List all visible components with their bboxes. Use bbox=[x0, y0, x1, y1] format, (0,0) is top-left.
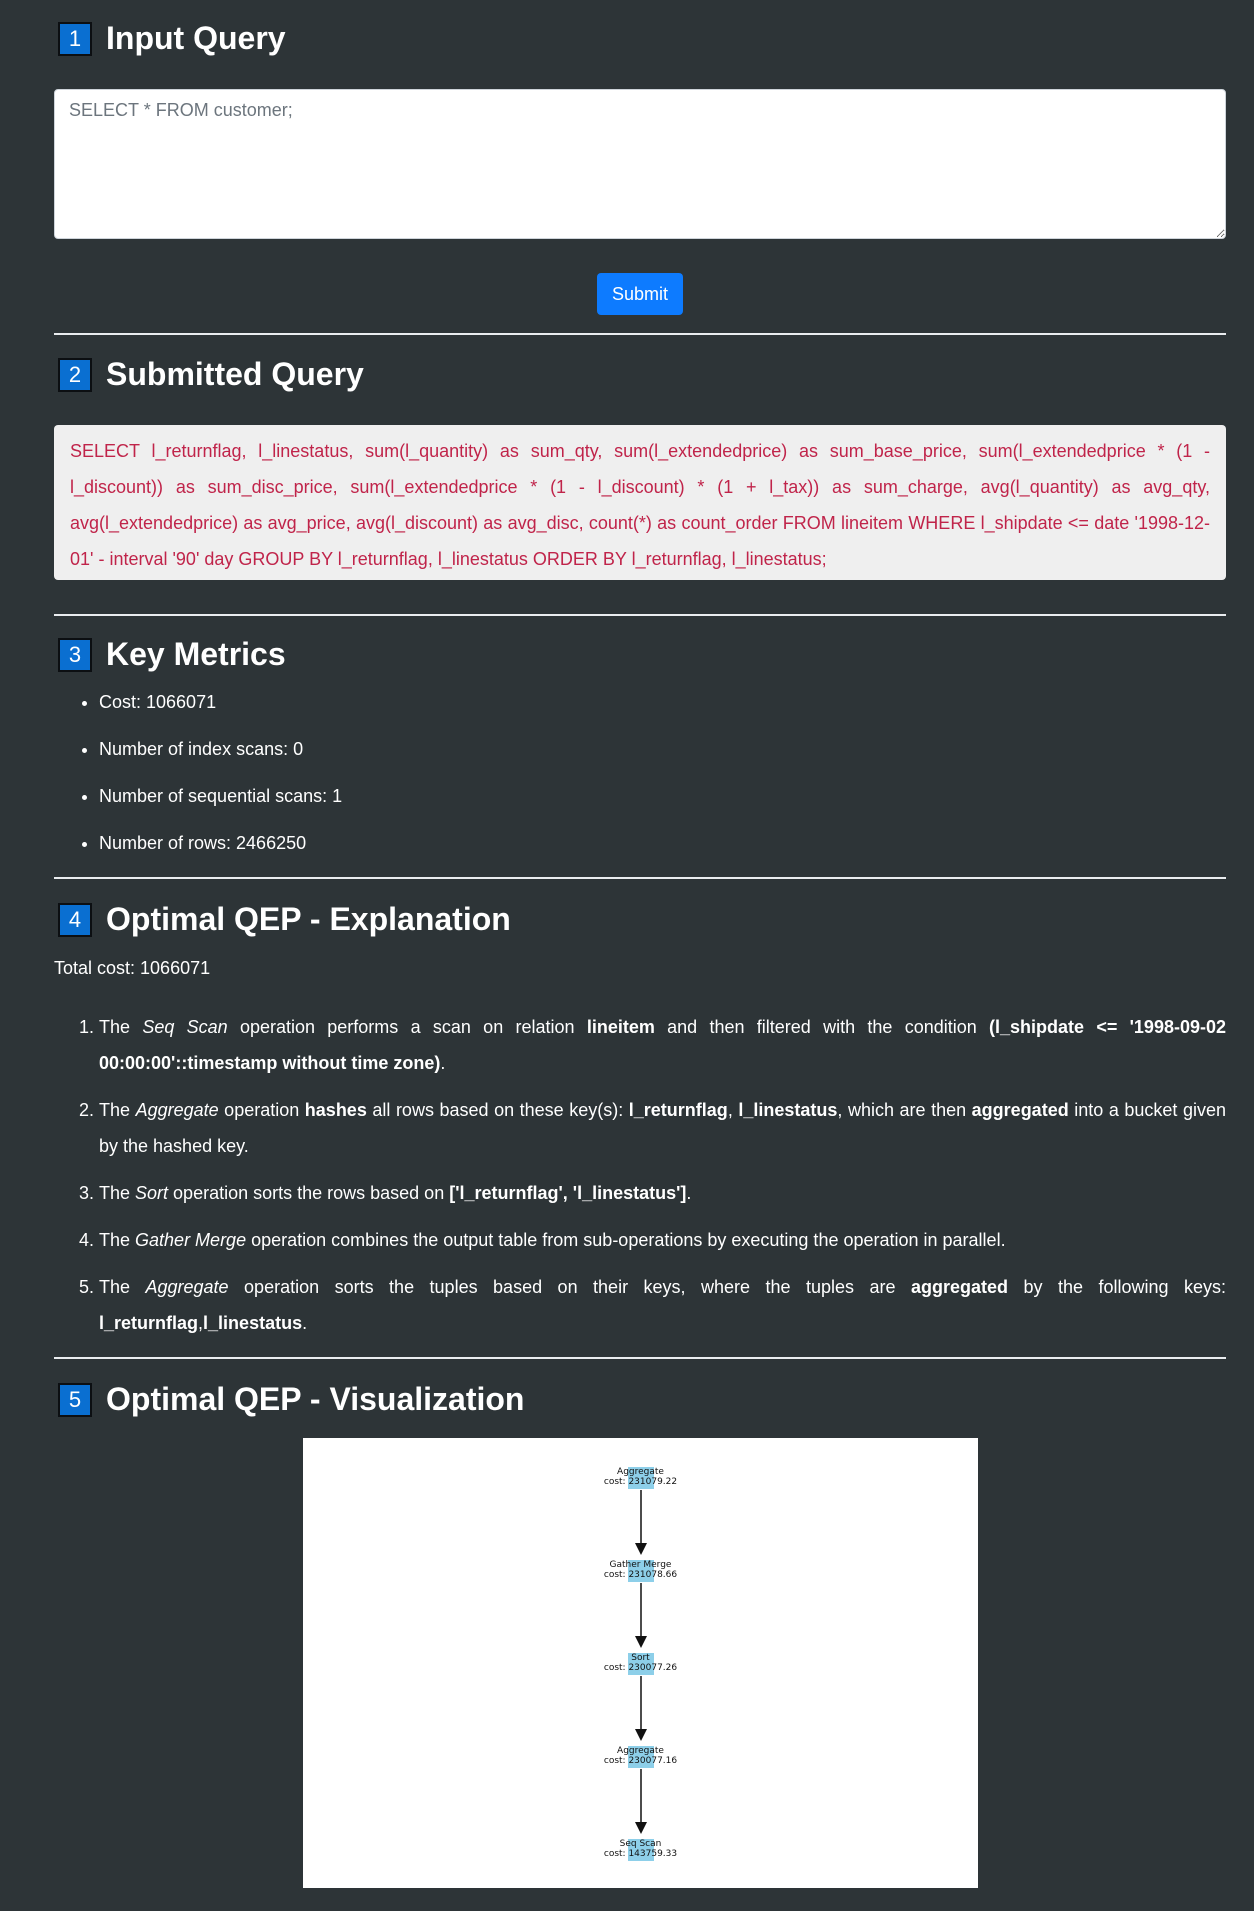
section-key-metrics: 3 Key Metrics bbox=[58, 636, 286, 673]
explanation-list: The Seq Scan operation performs a scan o… bbox=[54, 1009, 1226, 1352]
section-submitted-query: 2 Submitted Query bbox=[58, 356, 364, 393]
section-explanation: 4 Optimal QEP - Explanation bbox=[58, 901, 511, 938]
divider bbox=[54, 1357, 1226, 1359]
qep-node-cost: cost: 143759.33 bbox=[603, 1849, 678, 1859]
section-title: Key Metrics bbox=[106, 636, 286, 672]
section-title: Input Query bbox=[106, 20, 286, 56]
qep-node-cost: cost: 231079.22 bbox=[603, 1477, 678, 1487]
section-number-badge: 3 bbox=[58, 637, 92, 672]
section-title: Optimal QEP - Explanation bbox=[106, 901, 511, 937]
qep-node-name: Aggregate bbox=[617, 1746, 664, 1756]
qep-node: Sort cost: 230077.26 bbox=[303, 1653, 978, 1675]
explanation-step: The Aggregate operation sorts the tuples… bbox=[99, 1269, 1226, 1341]
metric-index-scans: Number of index scans: 0 bbox=[99, 728, 342, 775]
section-number-badge: 5 bbox=[58, 1382, 92, 1417]
submit-button[interactable]: Submit bbox=[597, 273, 683, 315]
section-number-badge: 2 bbox=[58, 357, 92, 392]
qep-node-cost: cost: 230077.26 bbox=[603, 1663, 678, 1673]
qep-node: Aggregate cost: 230077.16 bbox=[303, 1746, 978, 1768]
divider bbox=[54, 877, 1226, 879]
qep-node-name: Gather Merge bbox=[609, 1560, 672, 1570]
metric-seq-scans: Number of sequential scans: 1 bbox=[99, 775, 342, 822]
section-input-query: 1 Input Query bbox=[58, 20, 286, 57]
explanation-step: The Sort operation sorts the rows based … bbox=[99, 1175, 1226, 1211]
metric-cost: Cost: 1066071 bbox=[99, 681, 342, 728]
explanation-step: The Aggregate operation hashes all rows … bbox=[99, 1092, 1226, 1164]
section-visualization: 5 Optimal QEP - Visualization bbox=[58, 1381, 524, 1418]
section-number-badge: 1 bbox=[58, 21, 92, 56]
qep-node-name: Seq Scan bbox=[619, 1839, 662, 1849]
metrics-list: Cost: 1066071 Number of index scans: 0 N… bbox=[54, 681, 342, 869]
qep-node: Seq Scan cost: 143759.33 bbox=[303, 1839, 978, 1861]
total-cost: Total cost: 1066071 bbox=[54, 958, 211, 978]
divider bbox=[54, 333, 1226, 335]
section-title: Submitted Query bbox=[106, 356, 364, 392]
explanation-step: The Gather Merge operation combines the … bbox=[99, 1222, 1226, 1258]
page: 1 Input Query Submit 2 Submitted Query S… bbox=[0, 0, 1254, 1911]
qep-node-cost: cost: 230077.16 bbox=[603, 1756, 678, 1766]
qep-node-cost: cost: 231078.66 bbox=[603, 1570, 678, 1580]
qep-node-name: Sort bbox=[631, 1653, 650, 1663]
metric-rows: Number of rows: 2466250 bbox=[99, 822, 342, 869]
qep-node: Gather Merge cost: 231078.66 bbox=[303, 1560, 978, 1582]
qep-visualization: Aggregate cost: 231079.22 Gather Merge c… bbox=[303, 1438, 978, 1888]
submitted-query-code: SELECT l_returnflag, l_linestatus, sum(l… bbox=[54, 425, 1226, 580]
qep-node-name: Aggregate bbox=[617, 1467, 664, 1477]
section-title: Optimal QEP - Visualization bbox=[106, 1381, 525, 1417]
section-number-badge: 4 bbox=[58, 902, 92, 937]
divider bbox=[54, 614, 1226, 616]
qep-node: Aggregate cost: 231079.22 bbox=[303, 1467, 978, 1489]
query-input[interactable] bbox=[54, 89, 1226, 239]
explanation-step: The Seq Scan operation performs a scan o… bbox=[99, 1009, 1226, 1081]
